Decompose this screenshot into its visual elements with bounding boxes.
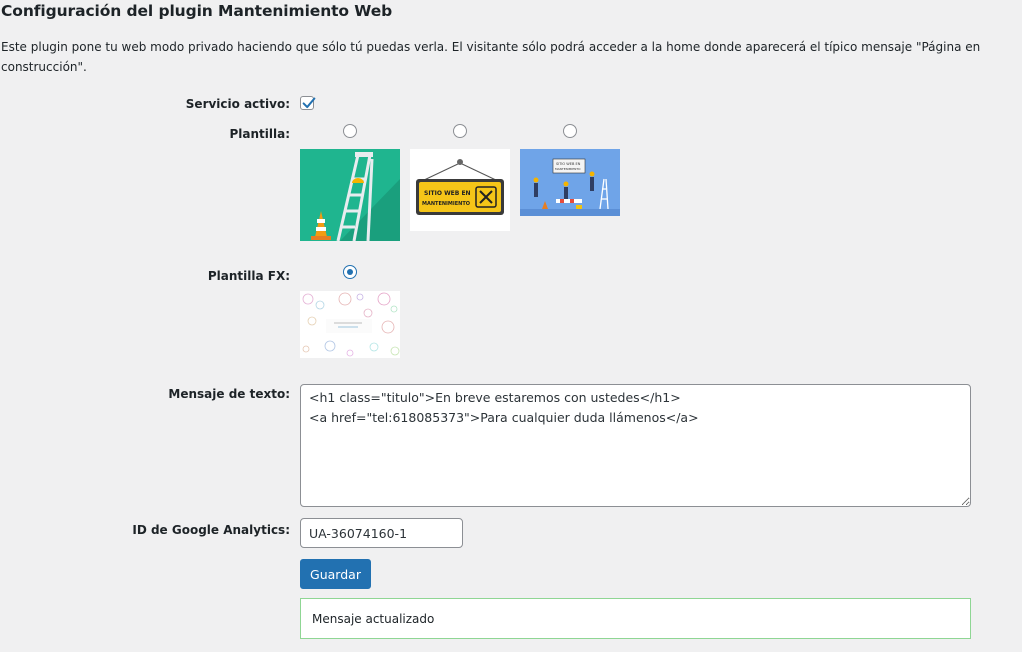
ga-id-input[interactable]: [300, 518, 463, 548]
svg-text:MANTENIMIENTO: MANTENIMIENTO: [555, 167, 581, 171]
template-fx-label: Plantilla FX:: [207, 269, 290, 283]
template-radio-1[interactable]: [343, 124, 357, 138]
ga-label: ID de Google Analytics:: [132, 523, 290, 537]
template-thumb-ladder[interactable]: [300, 149, 400, 241]
save-button[interactable]: Guardar: [300, 559, 371, 589]
svg-text:MANTENIMIENTO: MANTENIMIENTO: [422, 201, 470, 207]
plugin-description: Este plugin pone tu web modo privado hac…: [1, 40, 981, 74]
template-thumb-workers[interactable]: SITIO WEB EN MANTENIMIENTO: [520, 149, 620, 216]
template-radio-2[interactable]: [453, 124, 467, 138]
bubbles-fx-illustration: [300, 291, 400, 358]
svg-text:SITIO WEB EN: SITIO WEB EN: [556, 162, 581, 166]
template-radio-3[interactable]: [563, 124, 577, 138]
service-label: Servicio activo:: [185, 97, 290, 111]
service-active-checkbox[interactable]: [300, 96, 316, 110]
template-fx-thumb[interactable]: [300, 291, 400, 358]
ladder-cone-illustration: [300, 149, 400, 241]
message-label: Mensaje de texto:: [168, 387, 290, 401]
maintenance-sign-illustration: SITIO WEB EN MANTENIMIENTO: [410, 149, 510, 231]
workers-illustration: SITIO WEB EN MANTENIMIENTO: [520, 149, 620, 216]
success-notice: Mensaje actualizado: [300, 598, 971, 639]
svg-text:SITIO WEB EN: SITIO WEB EN: [424, 190, 471, 197]
template-label: Plantilla:: [229, 127, 290, 141]
message-textarea[interactable]: <h1 class="titulo">En breve estaremos co…: [300, 384, 971, 507]
template-fx-radio[interactable]: [343, 265, 357, 279]
notice-text: Mensaje actualizado: [312, 612, 435, 626]
page-title: Configuración del plugin Mantenimiento W…: [1, 2, 393, 20]
template-thumb-sign[interactable]: SITIO WEB EN MANTENIMIENTO: [410, 149, 510, 231]
checkmark-icon: [302, 97, 316, 109]
